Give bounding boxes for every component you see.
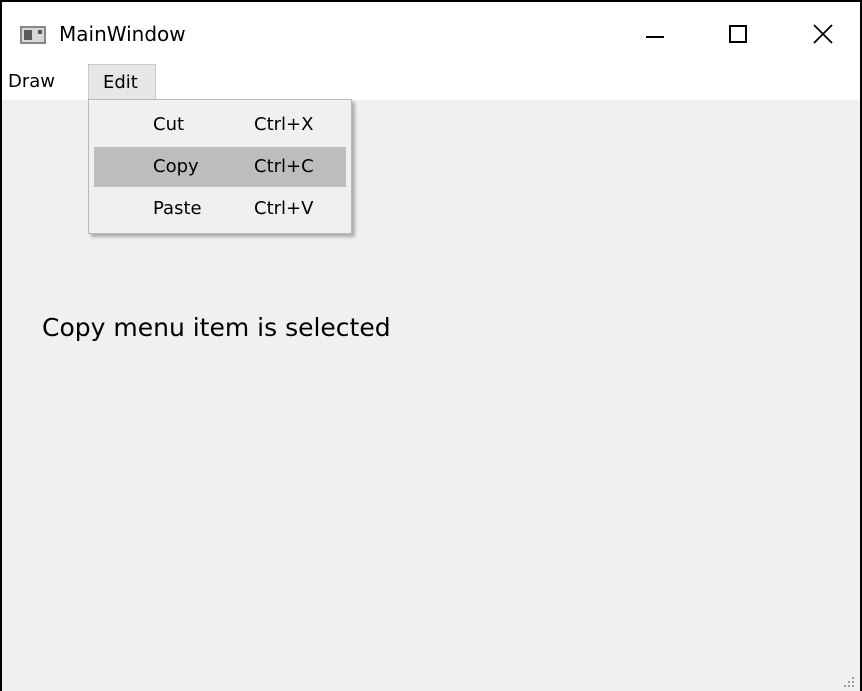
menu-draw[interactable]: Draw xyxy=(8,64,74,100)
main-window: MainWindow Draw Edit Copy menu item is s… xyxy=(0,0,862,691)
maximize-button[interactable] xyxy=(696,2,782,64)
menu-item-label: Cut xyxy=(153,114,185,135)
close-button[interactable] xyxy=(778,2,860,64)
title-bar[interactable]: MainWindow xyxy=(2,2,860,64)
maximize-icon xyxy=(729,25,747,43)
menu-item-cut[interactable]: Cut Ctrl+X xyxy=(94,105,346,145)
menu-item-label: Paste xyxy=(153,198,202,219)
menu-bar: Draw Edit xyxy=(2,64,860,100)
menu-item-shortcut: Ctrl+X xyxy=(254,114,314,135)
menu-edit[interactable]: Edit xyxy=(88,64,156,100)
menu-item-shortcut: Ctrl+C xyxy=(254,156,314,177)
menu-item-paste[interactable]: Paste Ctrl+V xyxy=(94,189,346,229)
minimize-button[interactable] xyxy=(612,2,698,64)
app-window-icon xyxy=(20,26,46,44)
resize-grip[interactable] xyxy=(844,677,854,687)
minimize-icon xyxy=(646,36,664,38)
menu-item-shortcut: Ctrl+V xyxy=(254,198,314,219)
close-icon xyxy=(813,24,833,44)
edit-menu-dropdown: Cut Ctrl+X Copy Ctrl+C Paste Ctrl+V xyxy=(88,99,352,234)
window-title: MainWindow xyxy=(59,22,186,46)
menu-item-copy[interactable]: Copy Ctrl+C xyxy=(94,147,346,187)
status-label: Copy menu item is selected xyxy=(42,313,391,342)
menu-item-label: Copy xyxy=(153,156,199,177)
